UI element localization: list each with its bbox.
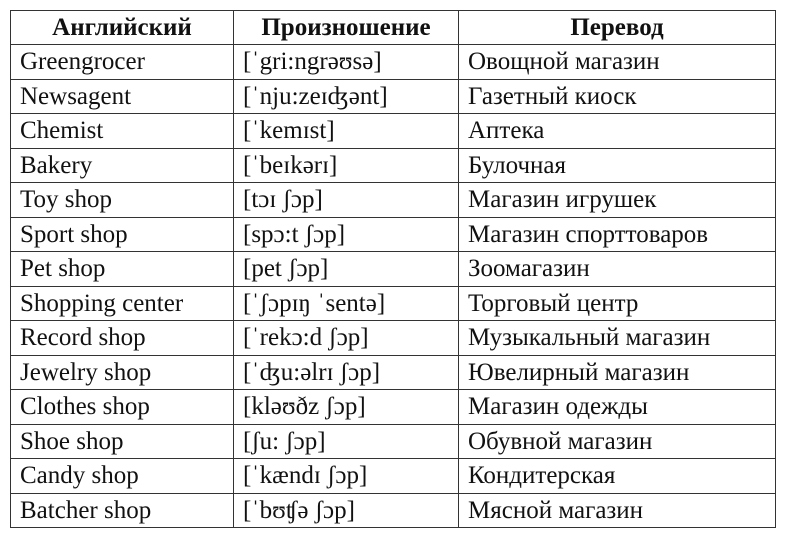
header-english: Английский — [10, 10, 234, 45]
pronunciation-cell: [ˈgri:ngrəʊsə] — [233, 44, 459, 80]
pronunciation-cell: [ˈbeɪkərɪ] — [233, 147, 459, 183]
translation-cell: Зоомагазин — [458, 251, 776, 287]
english-cell: Bakery — [10, 147, 234, 183]
translation-cell: Аптека — [458, 113, 776, 149]
english-cell: Chemist — [10, 113, 234, 149]
table-row: Batcher shop [ˈbʊʧə ʃɔp] Мясной магазин — [10, 492, 776, 528]
english-cell: Toy shop — [10, 182, 234, 218]
pronunciation-cell: [ˈbʊʧə ʃɔp] — [233, 492, 459, 528]
english-cell: Newsagent — [10, 78, 234, 114]
translation-cell: Кондитерская — [458, 458, 776, 494]
translation-cell: Мясной магазин — [458, 492, 776, 528]
translation-cell: Магазин спорттоваров — [458, 216, 776, 252]
english-cell: Clothes shop — [10, 389, 234, 425]
pronunciation-cell: [ˈkemɪst] — [233, 113, 459, 149]
translation-cell: Магазин одежды — [458, 389, 776, 425]
vocabulary-table: Английский Произношение Перевод Greengro… — [10, 10, 776, 528]
table-row: Shoe shop [ʃu: ʃɔp] Обувной магазин — [10, 423, 776, 459]
pronunciation-cell: [ˈʃɔpɪŋ ˈsentə] — [233, 285, 459, 321]
english-cell: Record shop — [10, 320, 234, 356]
english-cell: Jewelry shop — [10, 354, 234, 390]
table-row: Shopping center [ˈʃɔpɪŋ ˈsentə] Торговый ц… — [10, 285, 776, 321]
pronunciation-cell: [ˈkændɪ ʃɔp] — [233, 458, 459, 494]
english-cell: Candy shop — [10, 458, 234, 494]
table-row: Pet shop [pet ʃɔp] Зоомагазин — [10, 251, 776, 287]
header-row: Английский Произношение Перевод — [10, 10, 776, 45]
translation-cell: Овощной магазин — [458, 44, 776, 80]
pronunciation-cell: [kləʊðz ʃɔp] — [233, 389, 459, 425]
translation-cell: Газетный киоск — [458, 78, 776, 114]
pronunciation-cell: [ˈnju:zeɪʤənt] — [233, 78, 459, 114]
translation-cell: Магазин игрушек — [458, 182, 776, 218]
english-cell: Shopping center — [10, 285, 234, 321]
table-row: Jewelry shop [ˈʤu:əlrɪ ʃɔp] Ювелирный мага… — [10, 354, 776, 390]
pronunciation-cell: [spɔ:t ʃɔp] — [233, 216, 459, 252]
pronunciation-cell: [ˈʤu:əlrɪ ʃɔp] — [233, 354, 459, 390]
translation-cell: Музыкальный магазин — [458, 320, 776, 356]
header-translation: Перевод — [458, 10, 776, 45]
table-row: Bakery [ˈbeɪkərɪ] Булочная — [10, 147, 776, 183]
table-row: Chemist [ˈkemɪst] Аптека — [10, 113, 776, 149]
translation-cell: Торговый центр — [458, 285, 776, 321]
translation-cell: Ювелирный магазин — [458, 354, 776, 390]
english-cell: Pet shop — [10, 251, 234, 287]
english-cell: Shoe shop — [10, 423, 234, 459]
english-cell: Batcher shop — [10, 492, 234, 528]
table-row: Greengrocer [ˈgri:ngrəʊsə] Овощной магазин — [10, 44, 776, 80]
translation-cell: Булочная — [458, 147, 776, 183]
table-row: Clothes shop [kləʊðz ʃɔp] Магазин одежды — [10, 389, 776, 425]
pronunciation-cell: [pet ʃɔp] — [233, 251, 459, 287]
translation-cell: Обувной магазин — [458, 423, 776, 459]
header-pronunciation: Произношение — [233, 10, 459, 45]
table-row: Sport shop [spɔ:t ʃɔp] Магазин спорттоваро… — [10, 216, 776, 252]
table-row: Newsagent [ˈnju:zeɪʤənt] Газетный киоск — [10, 78, 776, 114]
pronunciation-cell: [ʃu: ʃɔp] — [233, 423, 459, 459]
english-cell: Greengrocer — [10, 44, 234, 80]
pronunciation-cell: [tɔɪ ʃɔp] — [233, 182, 459, 218]
pronunciation-cell: [ˈrekɔ:d ʃɔp] — [233, 320, 459, 356]
table-row: Toy shop [tɔɪ ʃɔp] Магазин игрушек — [10, 182, 776, 218]
table-row: Candy shop [ˈkændɪ ʃɔp] Кондитерская — [10, 458, 776, 494]
english-cell: Sport shop — [10, 216, 234, 252]
table-row: Record shop [ˈrekɔ:d ʃɔp] Музыкальный мага… — [10, 320, 776, 356]
